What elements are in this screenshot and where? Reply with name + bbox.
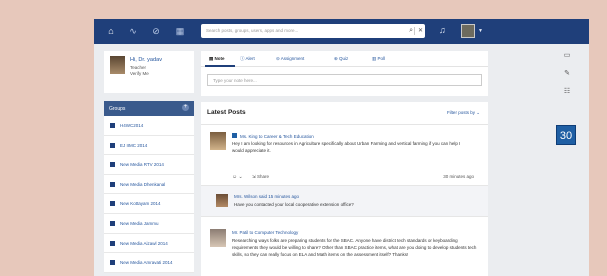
profile-name[interactable]: Hi, Dr. yadav xyxy=(130,57,162,63)
post-avatar[interactable] xyxy=(210,229,226,247)
search-icon[interactable]: ⌕ xyxy=(409,27,413,35)
share-button[interactable]: ⇲ Share xyxy=(252,174,269,180)
group-item[interactable]: New Media Amravati 2014 xyxy=(104,253,194,273)
group-label: New Media Jammu xyxy=(120,220,159,226)
group-item[interactable]: New Media Dhenkanal xyxy=(104,175,194,195)
right-tools: ▭ ✎ ☷ 30 xyxy=(556,51,578,151)
group-item[interactable]: New Media RTV 2014 xyxy=(104,155,194,175)
groups-title: Groups xyxy=(109,106,126,112)
calendar-small-icon[interactable]: ▭ xyxy=(562,51,572,61)
group-icon xyxy=(110,201,115,207)
tab-poll-label: Poll xyxy=(377,56,386,61)
activity-icon[interactable]: ∿ xyxy=(127,25,139,37)
filter-posts-dropdown[interactable]: Filter posts by ⌄ xyxy=(447,110,480,116)
check-icon[interactable]: ⊘ xyxy=(150,25,162,37)
group-icon xyxy=(110,220,115,226)
group-icon xyxy=(110,142,115,148)
post-avatar[interactable] xyxy=(210,132,226,150)
tab-note[interactable]: ▤ Note xyxy=(209,56,225,62)
comment-text: Have you contacted your local cooperativ… xyxy=(234,202,354,207)
tab-quiz[interactable]: ⊛ Quiz xyxy=(334,56,348,62)
chevron-down-icon: ⌄ xyxy=(476,110,480,115)
group-label: H4WC2014 xyxy=(120,123,144,128)
tab-poll[interactable]: ▥ Poll xyxy=(372,56,385,62)
bell-icon[interactable]: ♫ xyxy=(439,25,446,35)
groups-list: H4WC2014 EJ IIMC 2014 New Media RTV 2014… xyxy=(104,116,194,273)
grid-icon[interactable]: ☷ xyxy=(562,87,572,97)
post-author-link[interactable]: Ms. King to Career & Tech Education xyxy=(232,133,314,139)
top-navigation-bar: ⌂ ∿ ⊘ ▦ Search posts, groups, users, app… xyxy=(94,19,589,44)
group-label: New Kottayam 2014 xyxy=(120,201,161,207)
group-icon xyxy=(110,162,115,168)
verify-link[interactable]: Verify Me xyxy=(130,71,149,76)
group-item[interactable]: H4WC2014 xyxy=(104,116,194,136)
post-composer: ▤ Note ⓘ Alert ⊝ Assignment ⊛ Quiz ▥ Pol… xyxy=(201,51,488,96)
class-icon xyxy=(232,133,237,138)
note-input[interactable]: Type your note here... xyxy=(207,74,482,86)
group-item[interactable]: New Media Aizawl 2014 xyxy=(104,234,194,254)
note-placeholder: Type your note here... xyxy=(213,78,257,83)
group-label: New Media Aizawl 2014 xyxy=(120,240,168,246)
group-item[interactable]: EJ IIMC 2014 xyxy=(104,136,194,156)
group-label: EJ IIMC 2014 xyxy=(120,142,148,148)
tab-alert-label: Alert xyxy=(245,56,255,61)
wrench-icon[interactable]: ✎ xyxy=(562,69,572,79)
profile-role: Teacher xyxy=(130,65,147,70)
user-avatar[interactable] xyxy=(461,24,475,38)
home-icon[interactable]: ⌂ xyxy=(105,25,117,37)
group-item[interactable]: New Kottayam 2014 xyxy=(104,194,194,214)
tab-alert[interactable]: ⓘ Alert xyxy=(240,56,255,62)
group-icon xyxy=(110,260,115,266)
post-text: Hey I am looking for resources in Agricu… xyxy=(232,141,461,153)
calendar-day: 30 xyxy=(559,130,573,142)
latest-posts-panel: Latest Posts Filter posts by ⌄ Ms. King … xyxy=(201,102,488,276)
groups-header: Groups + xyxy=(104,101,194,116)
search-input[interactable]: Search posts, groups, users, apps and mo… xyxy=(201,24,425,38)
like-icon[interactable]: ☺ ⌄ xyxy=(232,174,243,180)
group-label: New Media Amravati 2014 xyxy=(120,260,173,266)
filter-label: Filter posts by xyxy=(446,110,475,115)
tab-assignment[interactable]: ⊝ Assignment xyxy=(276,56,304,62)
group-item[interactable]: New Media Jammu xyxy=(104,214,194,234)
chevron-down-icon[interactable]: ▼ xyxy=(478,28,483,34)
tab-quiz-label: Quiz xyxy=(339,56,349,61)
post-time: 30 minutes ago xyxy=(443,174,474,179)
group-icon xyxy=(110,181,115,187)
comment-avatar[interactable] xyxy=(216,194,228,207)
search-divider xyxy=(414,27,415,35)
post-author[interactable]: Mr. Patil to Computer Technology xyxy=(232,230,298,235)
composer-tabs: ▤ Note ⓘ Alert ⊝ Assignment ⊛ Quiz ▥ Pol… xyxy=(201,51,488,67)
left-sidebar: Hi, Dr. yadav Teacher Verify Me Groups +… xyxy=(104,51,194,276)
group-label: New Media Dhenkanal xyxy=(120,181,166,187)
app-window: ⌂ ∿ ⊘ ▦ Search posts, groups, users, app… xyxy=(94,19,589,276)
tab-note-label: Note xyxy=(214,56,225,61)
add-group-icon[interactable]: + xyxy=(182,104,189,111)
group-icon xyxy=(110,123,115,128)
divider xyxy=(201,124,488,125)
comment-area: Mrs. Wilson said 15 minutes ago Have you… xyxy=(201,185,488,217)
clear-search-icon[interactable]: ✕ xyxy=(418,27,423,34)
profile-avatar[interactable] xyxy=(110,56,125,74)
active-tab-indicator xyxy=(205,65,235,67)
search-placeholder: Search posts, groups, users, apps and mo… xyxy=(206,28,299,33)
post-author: Ms. King to Career & Tech Education xyxy=(240,134,314,139)
tab-assignment-label: Assignment xyxy=(280,56,305,61)
book-icon[interactable]: ▦ xyxy=(174,25,186,37)
feed-title: Latest Posts xyxy=(207,109,246,116)
comment-author[interactable]: Mrs. Wilson said 15 minutes ago xyxy=(234,194,299,199)
share-label: Share xyxy=(257,174,270,179)
calendar-icon[interactable]: 30 xyxy=(556,125,576,145)
group-icon xyxy=(110,240,115,246)
post-text: Researching ways folks are preparing stu… xyxy=(232,238,477,257)
profile-card: Hi, Dr. yadav Teacher Verify Me xyxy=(104,51,194,93)
group-label: New Media RTV 2014 xyxy=(120,162,164,168)
